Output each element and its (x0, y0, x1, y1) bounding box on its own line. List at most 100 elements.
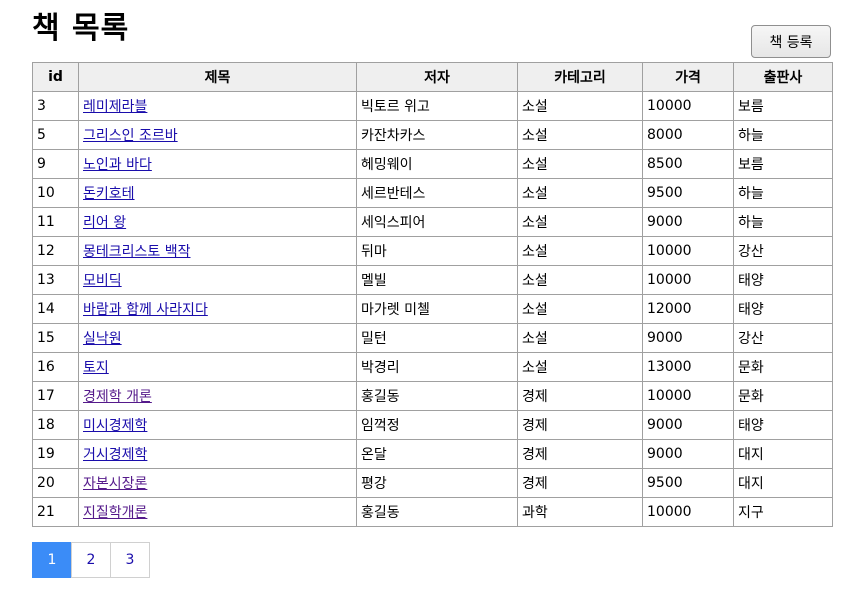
cell-category: 과학 (517, 497, 643, 527)
cell-publisher: 하늘 (733, 178, 833, 208)
book-title-link[interactable]: 토지 (83, 360, 109, 376)
cell-id: 14 (32, 294, 79, 324)
cell-publisher: 지구 (733, 497, 833, 527)
cell-id: 10 (32, 178, 79, 208)
cell-title: 자본시장론 (78, 468, 357, 498)
book-title-link[interactable]: 노인과 바다 (83, 157, 152, 173)
cell-publisher: 강산 (733, 236, 833, 266)
page-button-2[interactable]: 2 (71, 542, 111, 578)
cell-id: 15 (32, 323, 79, 353)
book-title-link[interactable]: 그리스인 조르바 (83, 128, 178, 144)
cell-price: 9500 (642, 178, 734, 208)
book-title-link[interactable]: 리어 왕 (83, 215, 126, 231)
cell-category: 경제 (517, 381, 643, 411)
cell-price: 9000 (642, 323, 734, 353)
book-title-link[interactable]: 모비딕 (83, 273, 122, 289)
cell-category: 소설 (517, 323, 643, 353)
book-title-link[interactable]: 바람과 함께 사라지다 (83, 302, 208, 318)
cell-id: 16 (32, 352, 79, 382)
cell-author: 밀턴 (356, 323, 518, 353)
cell-price: 12000 (642, 294, 734, 324)
cell-title: 레미제라블 (78, 91, 357, 121)
cell-price: 9000 (642, 439, 734, 469)
cell-title: 지질학개론 (78, 497, 357, 527)
page-button-1[interactable]: 1 (32, 542, 72, 578)
cell-price: 10000 (642, 497, 734, 527)
cell-title: 그리스인 조르바 (78, 120, 357, 150)
cell-title: 리어 왕 (78, 207, 357, 237)
book-title-link[interactable]: 돈키호테 (83, 186, 135, 202)
cell-author: 멜빌 (356, 265, 518, 295)
pagination: 123 (32, 542, 150, 578)
column-header-price: 가격 (642, 62, 734, 92)
book-title-link[interactable]: 몽테크리스토 백작 (83, 244, 191, 260)
cell-publisher: 태양 (733, 410, 833, 440)
book-title-link[interactable]: 거시경제학 (83, 447, 147, 463)
book-title-link[interactable]: 자본시장론 (83, 476, 147, 492)
cell-id: 21 (32, 497, 79, 527)
cell-category: 소설 (517, 178, 643, 208)
cell-category: 소설 (517, 120, 643, 150)
table-row: 16 토지 박경리 소설 13000 문화 (32, 352, 833, 382)
cell-publisher: 하늘 (733, 207, 833, 237)
cell-price: 8500 (642, 149, 734, 179)
table-row: 11 리어 왕 세익스피어 소설 9000 하늘 (32, 207, 833, 237)
header-row: id 제목 저자 카테고리 가격 출판사 (32, 62, 833, 92)
cell-price: 10000 (642, 91, 734, 121)
cell-category: 소설 (517, 265, 643, 295)
cell-title: 실낙원 (78, 323, 357, 353)
cell-publisher: 보름 (733, 149, 833, 179)
book-title-link[interactable]: 실낙원 (83, 331, 122, 347)
cell-author: 홍길동 (356, 381, 518, 411)
cell-title: 모비딕 (78, 265, 357, 295)
cell-author: 카잔차카스 (356, 120, 518, 150)
table-row: 21 지질학개론 홍길동 과학 10000 지구 (32, 497, 833, 527)
column-header-title: 제목 (78, 62, 357, 92)
cell-category: 경제 (517, 439, 643, 469)
cell-author: 평강 (356, 468, 518, 498)
cell-price: 9000 (642, 207, 734, 237)
table-row: 14 바람과 함께 사라지다 마가렛 미첼 소설 12000 태양 (32, 294, 833, 324)
book-title-link[interactable]: 경제학 개론 (83, 389, 152, 405)
cell-id: 11 (32, 207, 79, 237)
table-header: id 제목 저자 카테고리 가격 출판사 (32, 62, 833, 92)
register-book-button[interactable]: 책 등록 (751, 25, 831, 58)
cell-id: 9 (32, 149, 79, 179)
table-row: 12 몽테크리스토 백작 뒤마 소설 10000 강산 (32, 236, 833, 266)
cell-publisher: 대지 (733, 468, 833, 498)
cell-author: 세르반테스 (356, 178, 518, 208)
cell-author: 박경리 (356, 352, 518, 382)
cell-category: 경제 (517, 468, 643, 498)
cell-author: 온달 (356, 439, 518, 469)
cell-id: 12 (32, 236, 79, 266)
table-row: 10 돈키호테 세르반테스 소설 9500 하늘 (32, 178, 833, 208)
cell-price: 10000 (642, 236, 734, 266)
cell-id: 3 (32, 91, 79, 121)
cell-title: 돈키호테 (78, 178, 357, 208)
cell-title: 노인과 바다 (78, 149, 357, 179)
cell-author: 홍길동 (356, 497, 518, 527)
column-header-author: 저자 (356, 62, 518, 92)
table-row: 20 자본시장론 평강 경제 9500 대지 (32, 468, 833, 498)
table-row: 17 경제학 개론 홍길동 경제 10000 문화 (32, 381, 833, 411)
cell-category: 경제 (517, 410, 643, 440)
cell-id: 19 (32, 439, 79, 469)
cell-title: 몽테크리스토 백작 (78, 236, 357, 266)
cell-publisher: 강산 (733, 323, 833, 353)
books-table: id 제목 저자 카테고리 가격 출판사 3 레미제라블 빅토르 위고 소설 10000… (32, 62, 833, 527)
cell-id: 18 (32, 410, 79, 440)
cell-publisher: 태양 (733, 294, 833, 324)
cell-publisher: 태양 (733, 265, 833, 295)
page-button-3[interactable]: 3 (110, 542, 150, 578)
cell-id: 17 (32, 381, 79, 411)
page-title: 책 목록 (32, 11, 130, 46)
cell-publisher: 문화 (733, 352, 833, 382)
table-row: 19 거시경제학 온달 경제 9000 대지 (32, 439, 833, 469)
cell-price: 10000 (642, 265, 734, 295)
cell-publisher: 하늘 (733, 120, 833, 150)
book-title-link[interactable]: 미시경제학 (83, 418, 147, 434)
book-title-link[interactable]: 레미제라블 (83, 99, 147, 115)
book-title-link[interactable]: 지질학개론 (83, 505, 147, 521)
cell-category: 소설 (517, 294, 643, 324)
table-row: 5 그리스인 조르바 카잔차카스 소설 8000 하늘 (32, 120, 833, 150)
